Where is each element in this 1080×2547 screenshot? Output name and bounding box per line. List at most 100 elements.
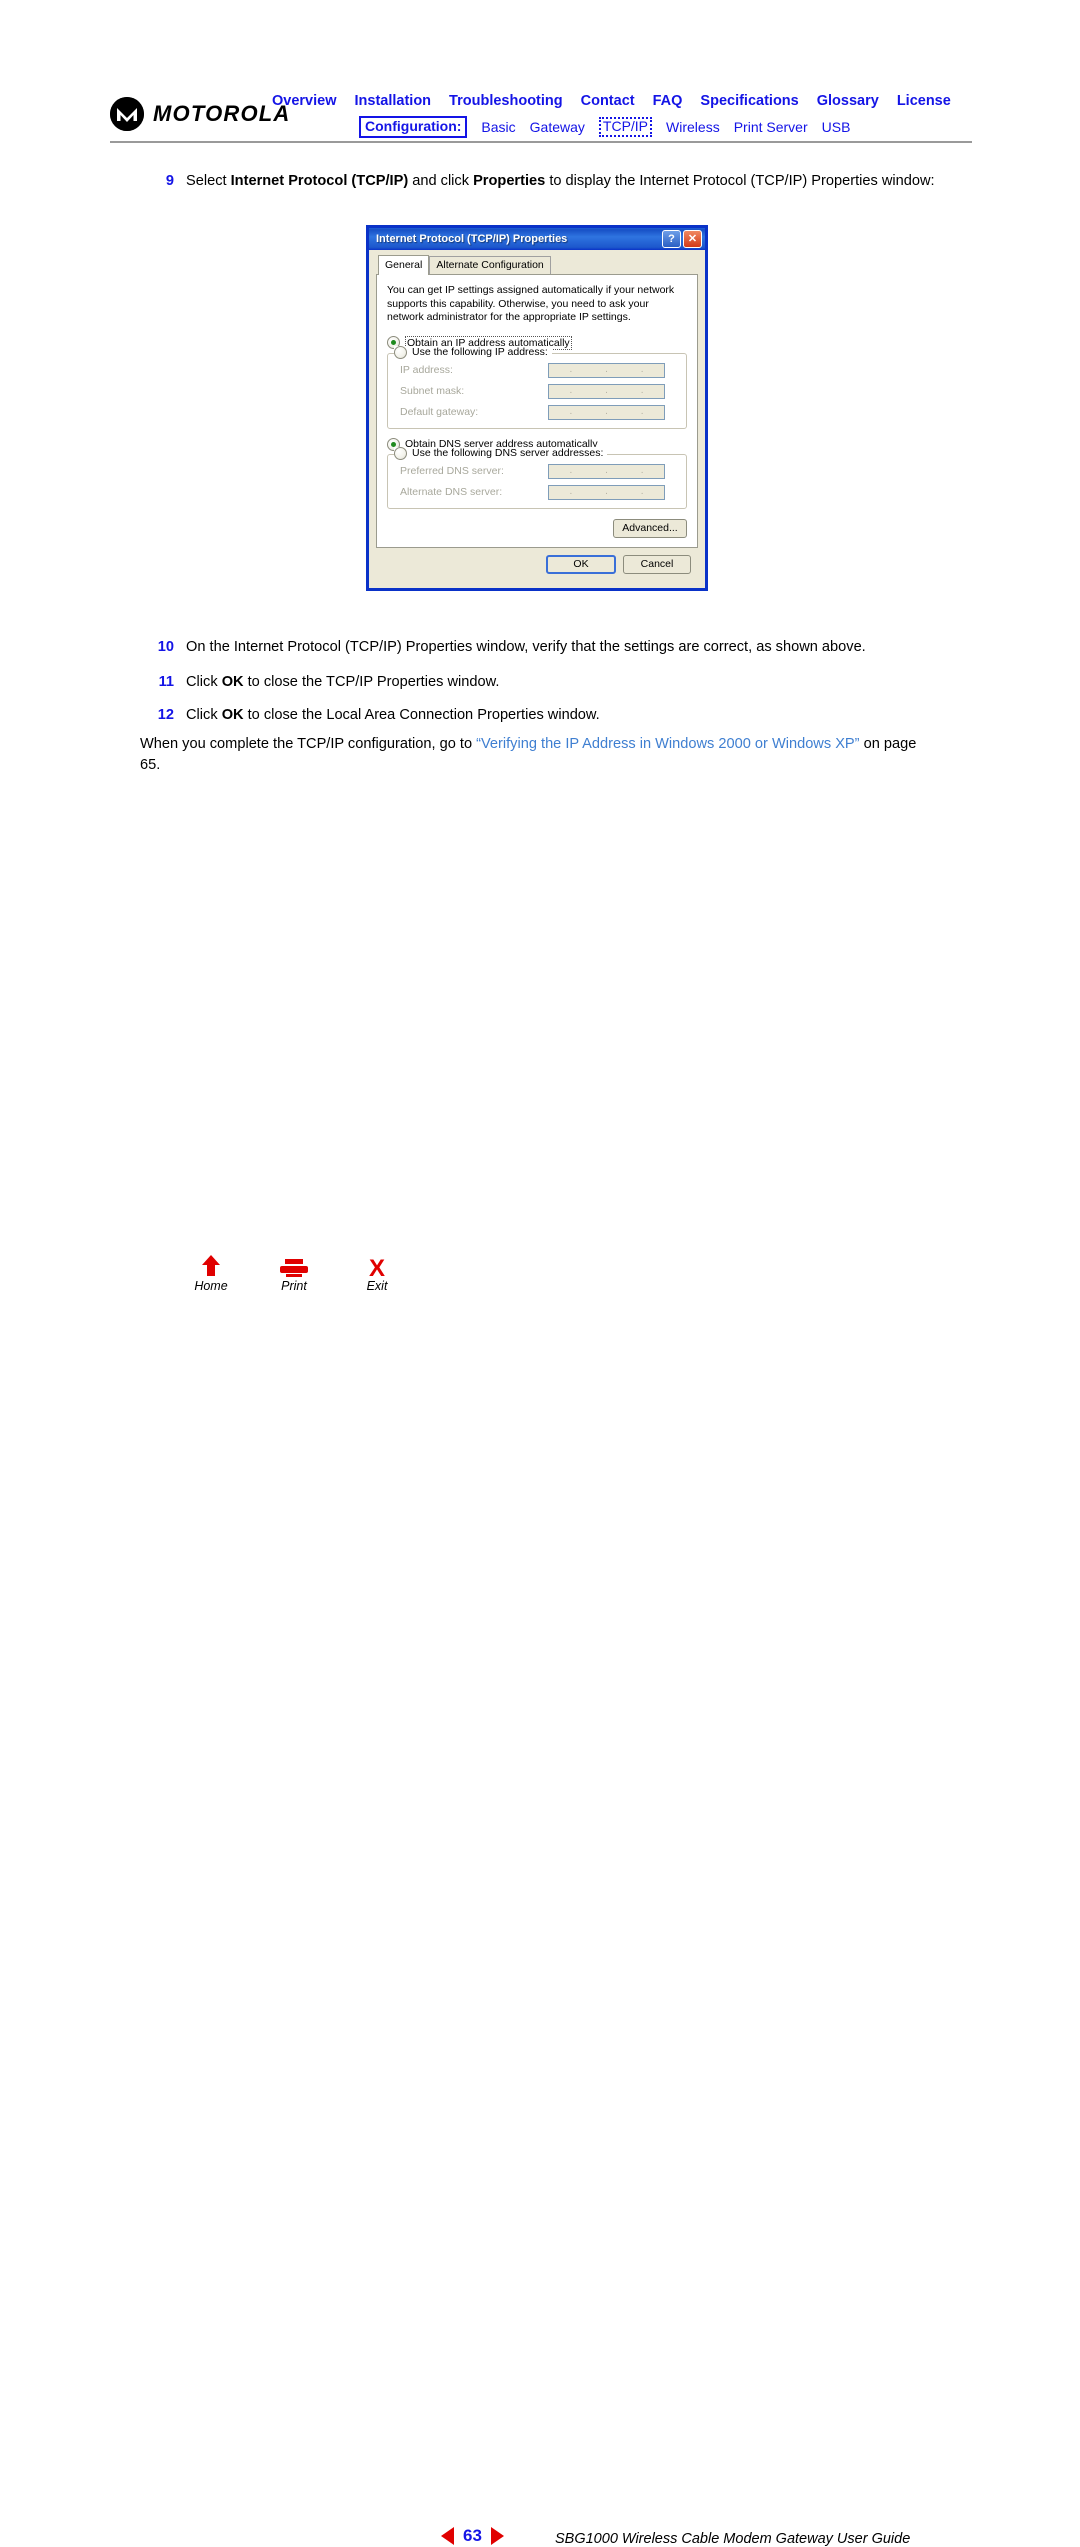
field-label: IP address:	[400, 364, 453, 376]
header-divider	[110, 141, 972, 143]
home-button[interactable]: Home	[186, 1252, 236, 1293]
nav-item-wireless[interactable]: Wireless	[666, 118, 720, 137]
radio-use-following-ip[interactable]: Use the following IP address:	[394, 345, 552, 359]
configuration-label: Configuration:	[359, 116, 468, 138]
radio-use-following-dns[interactable]: Use the following DNS server addresses:	[394, 446, 608, 460]
step-item-10: 10 On the Internet Protocol (TCP/IP) Pro…	[140, 637, 946, 658]
ip-separator-dot: .	[605, 406, 608, 417]
home-button-label: Home	[194, 1279, 228, 1293]
ip-separator-dot: .	[640, 385, 644, 396]
nav-item-tcpip[interactable]: TCP/IP	[598, 117, 653, 137]
ip-separator-dot: .	[569, 364, 573, 375]
dialog-title: Internet Protocol (TCP/IP) Properties	[376, 233, 568, 245]
nav-item-contact[interactable]: Contact	[581, 92, 635, 111]
dialog-description: You can get IP settings assigned automat…	[387, 284, 675, 323]
footer-button-group: Home Print X Exit	[186, 1252, 402, 1293]
ok-button[interactable]: OK	[546, 554, 616, 574]
nav-item-print-server[interactable]: Print Server	[734, 118, 808, 137]
page-navigation: 63	[441, 2526, 504, 2546]
svg-text:X: X	[369, 1255, 385, 1278]
tab-alternate-configuration[interactable]: Alternate Configuration	[429, 256, 551, 274]
field-label: Subnet mask:	[400, 385, 465, 397]
radio-label: Use the following IP address:	[412, 346, 548, 358]
dialog-title-buttons: ? ✕	[662, 230, 702, 248]
nav-item-faq[interactable]: FAQ	[653, 92, 683, 111]
cross-reference-link[interactable]: “Verifying the IP Address in Windows 200…	[476, 736, 859, 752]
ip-separator-dot: .	[640, 465, 644, 476]
ip-separator-dot: .	[605, 465, 608, 476]
nav-secondary-row: Configuration: Basic Gateway TCP/IP Wire…	[359, 116, 972, 138]
field-label: Default gateway:	[400, 406, 479, 418]
print-button[interactable]: Print	[269, 1252, 319, 1293]
tcpip-properties-dialog: Internet Protocol (TCP/IP) Properties ? …	[366, 225, 708, 591]
ip-separator-dot: .	[640, 364, 644, 375]
field-default-gateway: Default gateway: . . .	[400, 404, 682, 420]
alternate-dns-input[interactable]: . . .	[548, 484, 665, 500]
cancel-button[interactable]: Cancel	[623, 554, 691, 574]
field-label: Preferred DNS server:	[400, 465, 504, 477]
dialog-button-row: OK Cancel	[376, 548, 698, 581]
page-header: MOTOROLA Overview Installation Troublesh…	[0, 0, 1080, 150]
ip-address-input[interactable]: . . .	[548, 362, 665, 378]
tab-general[interactable]: General	[378, 255, 430, 275]
step-text: Click OK to close the Local Area Connect…	[186, 707, 600, 723]
motorola-logo: MOTOROLA	[110, 97, 291, 131]
preferred-dns-input[interactable]: . . .	[548, 463, 665, 479]
field-preferred-dns: Preferred DNS server: . . .	[400, 463, 682, 479]
nav-item-license[interactable]: License	[897, 92, 951, 111]
step-number: 11	[158, 674, 174, 690]
step-item-12: 12 Click OK to close the Local Area Conn…	[140, 705, 946, 726]
nav-item-installation[interactable]: Installation	[355, 92, 432, 111]
exit-button-label: Exit	[366, 1279, 388, 1293]
step-item-9: 9 Select Internet Protocol (TCP/IP) and …	[140, 171, 946, 192]
advanced-row: Advanced...	[387, 518, 687, 538]
printer-icon	[269, 1252, 319, 1278]
nav-item-troubleshooting[interactable]: Troubleshooting	[449, 92, 563, 111]
use-following-ip-group: Use the following IP address: IP address…	[387, 345, 687, 429]
close-icon[interactable]: ✕	[683, 230, 702, 248]
motorola-batwing-logo-icon	[110, 97, 144, 131]
ip-separator-dot: .	[605, 385, 608, 396]
left-triangle-icon[interactable]	[441, 2527, 454, 2545]
step-number: 9	[165, 173, 174, 189]
ip-separator-dot: .	[640, 406, 644, 417]
ip-separator-dot: .	[569, 465, 573, 476]
step-text: Select Internet Protocol (TCP/IP) and cl…	[186, 173, 935, 189]
print-button-label: Print	[281, 1279, 307, 1293]
ip-separator-dot: .	[569, 486, 573, 497]
x-close-icon: X	[352, 1252, 402, 1278]
guide-title: SBG1000 Wireless Cable Modem Gateway Use…	[555, 2531, 911, 2547]
nav-item-specifications[interactable]: Specifications	[700, 92, 798, 111]
advanced-button[interactable]: Advanced...	[613, 518, 687, 538]
right-triangle-icon[interactable]	[490, 2527, 504, 2545]
default-gateway-input[interactable]: . . .	[548, 404, 665, 420]
brand-name: MOTOROLA	[153, 101, 291, 126]
help-icon[interactable]: ?	[662, 230, 681, 248]
step-text: Click OK to close the TCP/IP Properties …	[186, 674, 500, 690]
use-following-dns-group: Use the following DNS server addresses: …	[387, 446, 687, 509]
nav-item-gateway[interactable]: Gateway	[530, 118, 585, 137]
radio-label: Use the following DNS server addresses:	[412, 447, 604, 459]
page-number: 63	[463, 2526, 482, 2545]
subnet-mask-input[interactable]: . . .	[548, 383, 665, 399]
nav-item-overview[interactable]: Overview	[272, 92, 337, 111]
dialog-tab-strip: General Alternate Configuration	[378, 255, 698, 275]
field-label: Alternate DNS server:	[400, 486, 503, 498]
dialog-body: General Alternate Configuration You can …	[369, 250, 705, 588]
nav-item-usb[interactable]: USB	[822, 118, 851, 137]
ip-separator-dot: .	[640, 486, 644, 497]
dialog-title-bar: Internet Protocol (TCP/IP) Properties ? …	[366, 225, 708, 250]
exit-button[interactable]: X Exit	[352, 1252, 402, 1293]
home-arrow-icon	[186, 1252, 236, 1278]
step-number: 10	[157, 639, 174, 655]
dialog-tab-panel: You can get IP settings assigned automat…	[376, 274, 698, 548]
closing-text-before: When you complete the TCP/IP configurati…	[140, 736, 477, 752]
step-number: 12	[157, 707, 174, 723]
nav-item-glossary[interactable]: Glossary	[817, 92, 879, 111]
field-subnet-mask: Subnet mask: . . .	[400, 383, 682, 399]
step-text: On the Internet Protocol (TCP/IP) Proper…	[186, 639, 866, 655]
field-ip-address: IP address: . . .	[400, 362, 682, 378]
radio-button-icon	[394, 446, 407, 460]
nav-item-basic[interactable]: Basic	[481, 118, 515, 137]
closing-paragraph: When you complete the TCP/IP configurati…	[140, 734, 940, 776]
